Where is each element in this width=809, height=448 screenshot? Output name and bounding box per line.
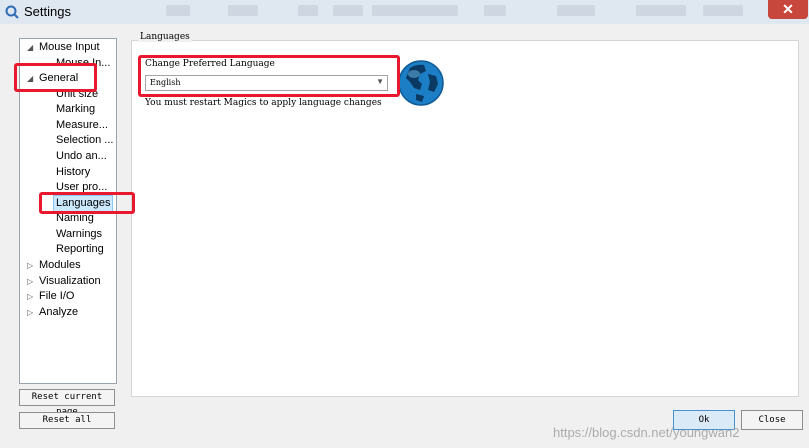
collapsed-arrow-icon[interactable]: ▷ xyxy=(27,308,33,317)
blurred-background-text xyxy=(484,5,506,16)
reset-current-page-button[interactable]: Reset current page xyxy=(19,389,115,417)
blurred-background-text xyxy=(333,5,363,16)
tree-item-analyze[interactable]: Analyze xyxy=(39,305,78,320)
collapsed-arrow-icon[interactable]: ▷ xyxy=(27,277,33,286)
highlight-languages xyxy=(39,192,135,214)
blurred-background-text xyxy=(298,5,318,16)
blurred-background-text xyxy=(228,5,258,16)
tree-item-history[interactable]: History xyxy=(56,165,90,180)
reset-all-button[interactable]: Reset all xyxy=(19,412,115,429)
tree-item-undo[interactable]: Undo an... xyxy=(56,149,107,164)
tree-item-reporting[interactable]: Reporting xyxy=(56,242,104,257)
window-title: Settings xyxy=(24,4,71,19)
tree-item-modules[interactable]: Modules xyxy=(39,258,81,273)
tree-item-marking[interactable]: Marking xyxy=(56,102,95,117)
tree-item-selection[interactable]: Selection ... xyxy=(56,133,113,148)
highlight-general xyxy=(14,63,97,92)
tree-item-warnings[interactable]: Warnings xyxy=(56,227,102,242)
tree-item-file-io[interactable]: File I/O xyxy=(39,289,74,304)
collapsed-arrow-icon[interactable]: ▷ xyxy=(27,292,33,301)
close-button[interactable]: Close xyxy=(741,410,803,430)
blurred-background-text xyxy=(372,5,458,16)
window-close-button[interactable]: ✕ xyxy=(768,0,808,19)
highlight-language-select xyxy=(138,55,400,97)
blurred-background-text xyxy=(166,5,190,16)
settings-app-icon xyxy=(5,5,19,19)
expanded-arrow-icon[interactable]: ◢ xyxy=(27,43,33,52)
tree-item-measure[interactable]: Measure... xyxy=(56,118,108,133)
globe-icon xyxy=(398,60,444,106)
restart-note: You must restart Magics to apply languag… xyxy=(145,98,382,108)
group-title: Languages xyxy=(138,32,192,42)
tree-item-visualization[interactable]: Visualization xyxy=(39,274,101,289)
blurred-background-text xyxy=(703,5,743,16)
tree-item-mouse-input[interactable]: Mouse Input xyxy=(39,40,100,55)
watermark-text: https://blog.csdn.net/youngwan2 xyxy=(553,425,740,440)
blurred-background-text xyxy=(557,5,595,16)
blurred-background-text xyxy=(636,5,686,16)
title-bar: Settings ✕ xyxy=(0,0,809,24)
collapsed-arrow-icon[interactable]: ▷ xyxy=(27,261,33,270)
